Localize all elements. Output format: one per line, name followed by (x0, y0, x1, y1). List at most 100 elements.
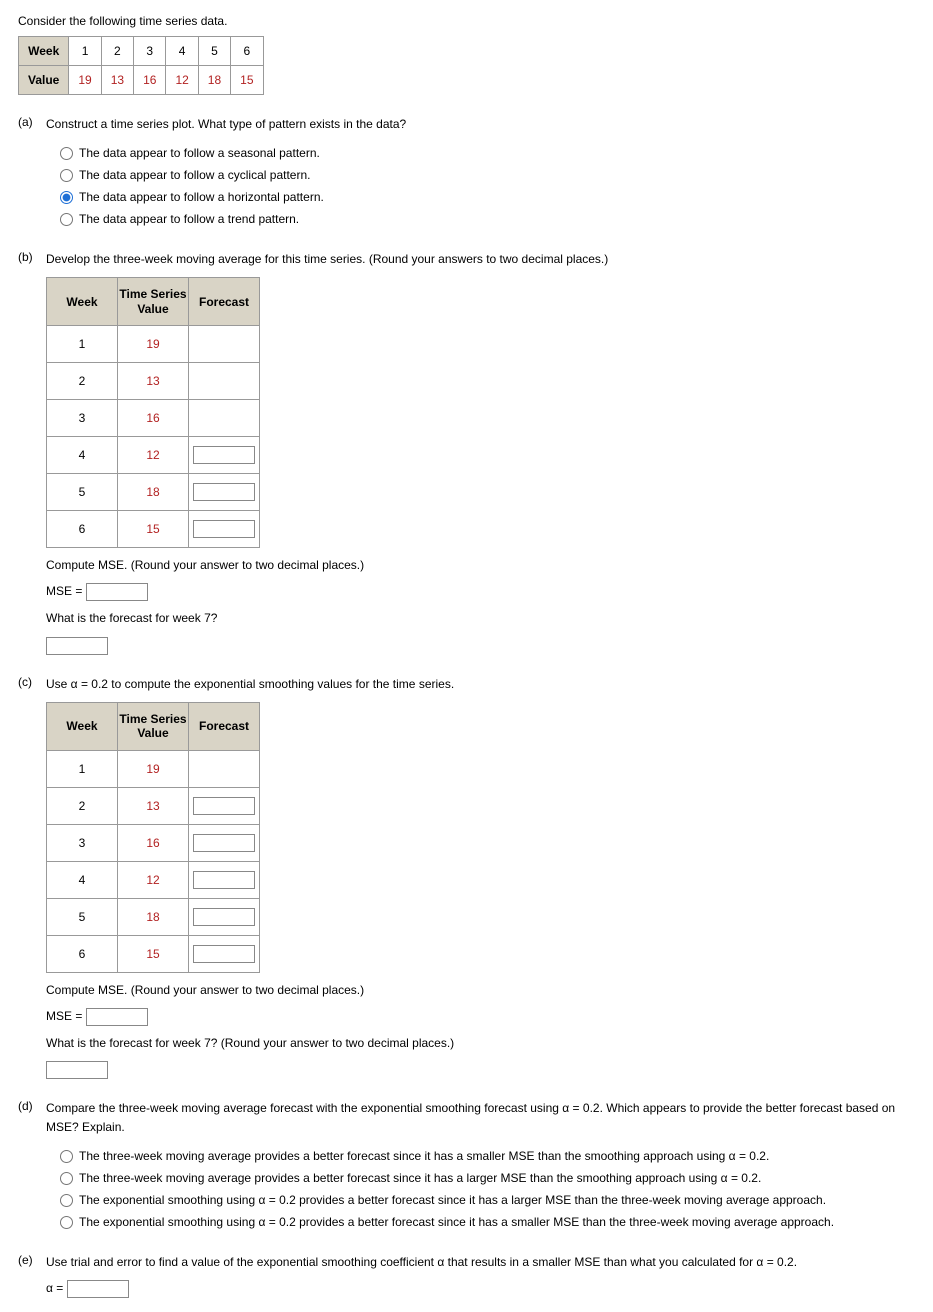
cell-week: 1 (47, 326, 118, 363)
table-row: 615 (47, 511, 260, 548)
cell-value: 18 (118, 898, 189, 935)
forecast-input[interactable] (193, 945, 255, 963)
cell-week: 1 (47, 750, 118, 787)
cell-week: 4 (47, 437, 118, 474)
cell-value: 19 (118, 326, 189, 363)
table-row: 213 (47, 787, 260, 824)
table-row: 119 (47, 750, 260, 787)
series-value: 16 (134, 66, 166, 95)
mse-input[interactable] (86, 1008, 148, 1026)
part-c-th-week: Week (47, 702, 118, 750)
part-b-mse-row: MSE = (46, 583, 915, 601)
part-b-th-ts: Time SeriesValue (118, 278, 189, 326)
cell-forecast (189, 824, 260, 861)
cell-forecast (189, 511, 260, 548)
part-e-alpha-row: α = (46, 1280, 915, 1298)
part-b-label: (b) (18, 250, 46, 654)
cell-value: 13 (118, 363, 189, 400)
cell-week: 3 (47, 824, 118, 861)
part-d-option-text: The exponential smoothing using α = 0.2 … (79, 1193, 826, 1207)
part-b-th-week: Week (47, 278, 118, 326)
series-week: 2 (101, 37, 133, 66)
part-d-radio[interactable] (60, 1172, 73, 1185)
series-value: 18 (198, 66, 230, 95)
part-d-option[interactable]: The exponential smoothing using α = 0.2 … (46, 1189, 915, 1211)
part-a-option[interactable]: The data appear to follow a seasonal pat… (46, 142, 915, 164)
series-week: 4 (166, 37, 198, 66)
cell-week: 6 (47, 935, 118, 972)
part-d-option-text: The three-week moving average provides a… (79, 1171, 761, 1185)
forecast-input[interactable] (193, 871, 255, 889)
forecast-input[interactable] (193, 483, 255, 501)
cell-value: 19 (118, 750, 189, 787)
cell-week: 3 (47, 400, 118, 437)
cell-forecast (189, 787, 260, 824)
series-week: 5 (198, 37, 230, 66)
series-value: 13 (101, 66, 133, 95)
cell-forecast (189, 898, 260, 935)
part-a-radio[interactable] (60, 147, 73, 160)
series-value: 12 (166, 66, 198, 95)
part-a-option[interactable]: The data appear to follow a trend patter… (46, 208, 915, 230)
cell-forecast (189, 861, 260, 898)
cell-value: 16 (118, 824, 189, 861)
mse-input[interactable] (86, 583, 148, 601)
week7-forecast-input[interactable] (46, 637, 108, 655)
cell-value: 15 (118, 935, 189, 972)
forecast-input[interactable] (193, 797, 255, 815)
series-week: 6 (231, 37, 263, 66)
cell-week: 5 (47, 898, 118, 935)
cell-value: 12 (118, 437, 189, 474)
part-c-th-ts: Time SeriesValue (118, 702, 189, 750)
part-a-option[interactable]: The data appear to follow a cyclical pat… (46, 164, 915, 186)
series-row2-label: Value (19, 66, 69, 95)
cell-forecast (189, 326, 260, 363)
part-d-radio[interactable] (60, 1194, 73, 1207)
part-a-label: (a) (18, 115, 46, 230)
table-row: 316 (47, 824, 260, 861)
mse-label: MSE = (46, 584, 82, 598)
part-c-prompt: Use α = 0.2 to compute the exponential s… (46, 675, 915, 694)
part-d-option[interactable]: The exponential smoothing using α = 0.2 … (46, 1211, 915, 1233)
part-c-label: (c) (18, 675, 46, 1079)
part-d-radio[interactable] (60, 1150, 73, 1163)
part-d-options: The three-week moving average provides a… (46, 1145, 915, 1233)
part-c-th-forecast: Forecast (189, 702, 260, 750)
part-a-radio[interactable] (60, 191, 73, 204)
cell-week: 5 (47, 474, 118, 511)
cell-week: 6 (47, 511, 118, 548)
part-e-prompt: Use trial and error to find a value of t… (46, 1253, 915, 1272)
forecast-input[interactable] (193, 446, 255, 464)
forecast-input[interactable] (193, 834, 255, 852)
cell-forecast (189, 750, 260, 787)
part-d-option[interactable]: The three-week moving average provides a… (46, 1145, 915, 1167)
cell-value: 13 (118, 787, 189, 824)
series-row1-label: Week (19, 37, 69, 66)
part-a-radio[interactable] (60, 169, 73, 182)
part-a-option-text: The data appear to follow a seasonal pat… (79, 146, 320, 160)
mse-label: MSE = (46, 1009, 82, 1023)
series-week: 3 (134, 37, 166, 66)
part-a-option[interactable]: The data appear to follow a horizontal p… (46, 186, 915, 208)
alpha-input[interactable] (67, 1280, 129, 1298)
table-row: 615 (47, 935, 260, 972)
part-d-label: (d) (18, 1099, 46, 1233)
forecast-input[interactable] (193, 520, 255, 538)
cell-week: 2 (47, 363, 118, 400)
forecast-input[interactable] (193, 908, 255, 926)
part-a-radio[interactable] (60, 213, 73, 226)
part-d-radio[interactable] (60, 1216, 73, 1229)
part-d-option[interactable]: The three-week moving average provides a… (46, 1167, 915, 1189)
week7-forecast-input[interactable] (46, 1061, 108, 1079)
cell-value: 16 (118, 400, 189, 437)
part-a-prompt: Construct a time series plot. What type … (46, 115, 915, 134)
series-value: 15 (231, 66, 263, 95)
part-a-options: The data appear to follow a seasonal pat… (46, 142, 915, 230)
cell-value: 18 (118, 474, 189, 511)
series-week: 1 (69, 37, 101, 66)
part-b-th-forecast: Forecast (189, 278, 260, 326)
cell-value: 15 (118, 511, 189, 548)
part-e-label: (e) (18, 1253, 46, 1298)
intro-text: Consider the following time series data. (18, 14, 915, 28)
part-c-mse-row: MSE = (46, 1008, 915, 1026)
